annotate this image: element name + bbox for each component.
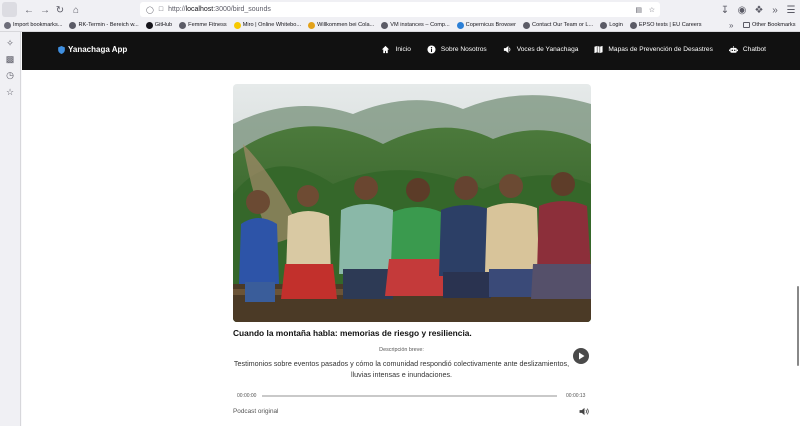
bookmark-favicon-icon [523,21,531,29]
bookmark-item[interactable]: Login [600,21,623,29]
bookmark-favicon-icon [629,21,637,29]
bookmark-item[interactable]: Willkommen bei Cola... [308,21,375,29]
brand[interactable]: Yanachaga App [58,45,127,54]
download-icon[interactable]: ↧ [717,2,733,18]
robot-icon [728,45,738,54]
bookmark-favicon-icon [145,21,153,29]
home-button-icon[interactable]: ⌂ [68,2,84,18]
nav-links: Inicio Sobre Nosotros Voces de Yanachaga… [365,45,766,54]
page-scrollbar[interactable] [797,286,799,366]
nav-label: Chatbot [742,46,766,53]
sidebar-toggle-button[interactable] [2,2,17,17]
time-total: 00:00:13 [566,393,586,399]
bookmark-favicon-icon [600,21,608,29]
bookmark-item[interactable]: VM instances – Comp... [381,21,450,29]
ai-sparkle-icon[interactable]: ✧ [5,38,15,48]
bookmark-favicon-icon [456,21,464,29]
url-path: :3000/bird_sounds [213,6,271,13]
other-bookmarks[interactable]: Other Bookmarks [752,22,796,28]
bookmark-label: Contact Our Team or L... [532,22,594,28]
podcast-title: Cuando la montaña habla: memorias de rie… [233,328,472,338]
bookmark-label: Login [609,22,623,28]
shield-logo-icon [58,45,65,54]
seek-bar[interactable] [262,395,557,397]
bookmark-item[interactable]: Femme Fitness [179,21,227,29]
nav-item-mapas[interactable]: Mapas de Prevención de Desastres [594,45,713,54]
play-icon [578,352,584,360]
menu-icon[interactable]: ☰ [783,2,799,18]
url-prefix: http:// [168,6,186,13]
podcast-label: Podcast original [233,408,279,415]
bookmark-item[interactable]: Copernicus Browser [456,21,517,29]
bookmark-label: GitHub [154,22,173,28]
bookmark-item[interactable]: Import bookmarks... [4,21,63,29]
bookmark-favicon-icon [4,21,11,29]
reload-icon[interactable]: ↻ [52,2,68,18]
shield-icon: ◯ [146,6,154,14]
bookmark-item[interactable]: Miro | Online Whitebo... [233,21,302,29]
forward-icon[interactable]: → [37,2,53,18]
reader-view-icon[interactable]: ▤ [635,6,642,14]
navbar: Yanachaga App Inicio Sobre Nosotros Voce… [22,32,800,70]
nav-label: Mapas de Prevención de Desastres [608,46,713,53]
nav-label: Inicio [395,46,411,53]
play-button[interactable] [573,348,589,364]
bookmark-item[interactable]: EPSO tests | EU Careers [629,21,702,29]
bookmark-item[interactable]: Contact Our Team or L... [523,21,594,29]
bookmark-item[interactable]: GitHub [145,21,173,29]
bookmark-label: Femme Fitness [188,22,227,28]
browser-toolbar: ← → ↻ ⌂ ◯ □ http://localhost:3000/bird_s… [0,0,800,19]
speaker-icon [503,45,512,54]
time-current: 00:00:00 [237,393,257,399]
podcast-description: Testimonios sobre eventos pasados y cómo… [233,359,570,379]
nav-label: Sobre Nosotros [440,46,487,53]
bookmark-label: Willkommen bei Cola... [317,22,375,28]
bookmark-label: VM instances – Comp... [390,22,450,28]
brand-name: Yanachaga App [68,45,128,54]
page-icon: □ [158,6,164,13]
bookmark-favicon-icon [381,21,389,29]
bookmark-item[interactable]: RK-Termin - Bereich w... [69,21,139,29]
info-icon [427,45,436,54]
map-icon [594,45,603,54]
extensions-icon[interactable]: ❖ [751,2,767,18]
bookmark-label: Miro | Online Whitebo... [242,22,302,28]
bookmark-favicon-icon [69,21,77,29]
overflow-icon[interactable]: » [767,2,783,18]
account-icon[interactable]: ◉ [734,2,750,18]
bookmark-label: RK-Termin - Bereich w... [78,22,139,28]
bookmark-favicon-icon [179,21,187,29]
photo-illustration [233,84,591,322]
home-icon [381,45,390,54]
nav-item-chatbot[interactable]: Chatbot [728,45,766,54]
nav-item-voces[interactable]: Voces de Yanachaga [503,45,579,54]
nav-item-inicio[interactable]: Inicio [381,45,411,54]
bookmarks-star-icon[interactable]: ☆ [5,87,15,97]
browser-sidebar: ✧ ▩ ◷ ☆ [0,32,21,426]
nav-label: Voces de Yanachaga [516,46,579,53]
bookmarks-overflow-icon[interactable]: » [729,21,733,30]
bookmark-label: Import bookmarks... [13,22,63,28]
nav-item-sobre-nosotros[interactable]: Sobre Nosotros [427,45,487,54]
url-host: localhost [185,6,214,13]
bookmark-label: Copernicus Browser [465,22,517,28]
tabs-icon[interactable]: ▩ [5,54,15,64]
folder-icon [743,22,750,28]
back-icon[interactable]: ← [21,2,37,18]
bookmark-label: EPSO tests | EU Careers [638,22,702,28]
bookmark-favicon-icon [233,21,241,29]
community-photo [233,84,591,322]
description-label: Descripción breve: [379,347,424,353]
history-icon[interactable]: ◷ [5,70,15,80]
url-bar[interactable]: ◯ □ http://localhost:3000/bird_sounds ▤ … [140,2,660,17]
bookmark-star-icon[interactable]: ☆ [649,6,655,14]
bookmark-favicon-icon [308,21,316,29]
volume-icon[interactable] [579,407,590,416]
bookmarks-bar: Import bookmarks... RK-Termin - Bereich w… [0,19,800,32]
